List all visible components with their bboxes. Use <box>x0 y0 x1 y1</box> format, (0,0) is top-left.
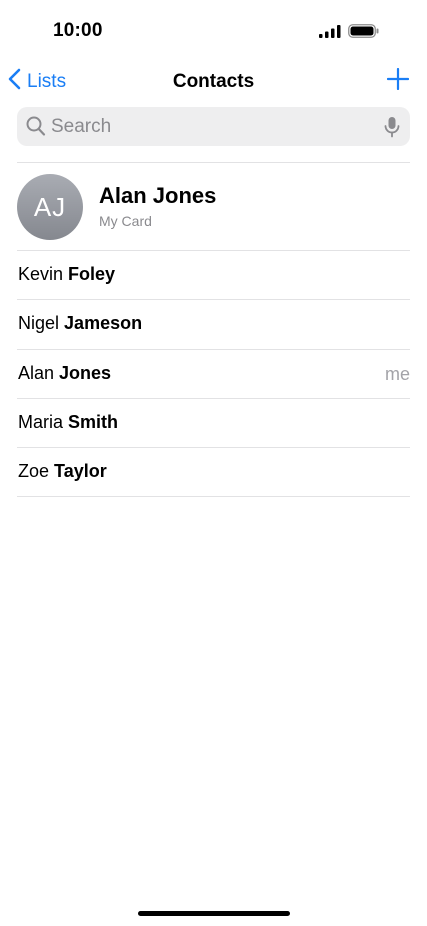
page-title: Contacts <box>172 71 255 92</box>
home-indicator[interactable] <box>138 911 290 916</box>
contact-first-name: Kevin <box>18 264 64 284</box>
my-card-name: Alan Jones <box>99 183 217 208</box>
navigation-bar: Lists Contacts <box>0 64 427 102</box>
add-contact-button[interactable] <box>386 67 410 95</box>
microphone-icon[interactable] <box>384 116 400 143</box>
contact-last-name: Foley <box>68 264 116 284</box>
plus-icon <box>386 67 410 94</box>
contact-row-kevin-foley[interactable]: Kevin Foley <box>17 250 410 299</box>
contact-last-name: Taylor <box>54 461 107 481</box>
contact-row-zoe-taylor[interactable]: Zoe Taylor <box>17 447 410 496</box>
divider <box>17 496 410 497</box>
my-card[interactable]: AJ Alan Jones My Card <box>17 163 410 250</box>
contact-last-name: Jameson <box>64 313 143 333</box>
contact-first-name: Nigel <box>18 313 60 333</box>
search-input[interactable] <box>51 107 371 146</box>
search-icon <box>26 116 46 142</box>
contact-first-name: Zoe <box>18 461 50 481</box>
contact-name: Maria Smith <box>18 412 118 433</box>
contact-last-name: Jones <box>59 363 112 383</box>
contact-row-alan-jones[interactable]: Alan Jones me <box>17 349 410 398</box>
battery-icon <box>348 24 379 43</box>
contact-name: Nigel Jameson <box>18 313 142 334</box>
status-bar: 10:00 <box>0 0 427 60</box>
contact-name: Zoe Taylor <box>18 461 107 482</box>
contact-first-name: Maria <box>18 412 64 432</box>
me-badge: me <box>384 364 410 384</box>
contact-name: Alan Jones <box>18 363 111 384</box>
status-icons <box>319 24 379 43</box>
contact-row-nigel-jameson[interactable]: Nigel Jameson <box>17 299 410 348</box>
contact-name: Kevin Foley <box>18 264 115 285</box>
avatar: AJ <box>17 174 83 240</box>
status-time: 10:00 <box>53 20 103 41</box>
signal-icon <box>319 24 341 43</box>
contacts-screen: 10:00 Lists Contacts Search AJ Alan Jone… <box>0 0 427 926</box>
search-bar <box>17 107 410 146</box>
contact-row-maria-smith[interactable]: Maria Smith <box>17 398 410 447</box>
contact-last-name: Smith <box>68 412 119 432</box>
my-card-subtitle: My Card <box>99 213 152 229</box>
contact-first-name: Alan <box>18 363 55 383</box>
